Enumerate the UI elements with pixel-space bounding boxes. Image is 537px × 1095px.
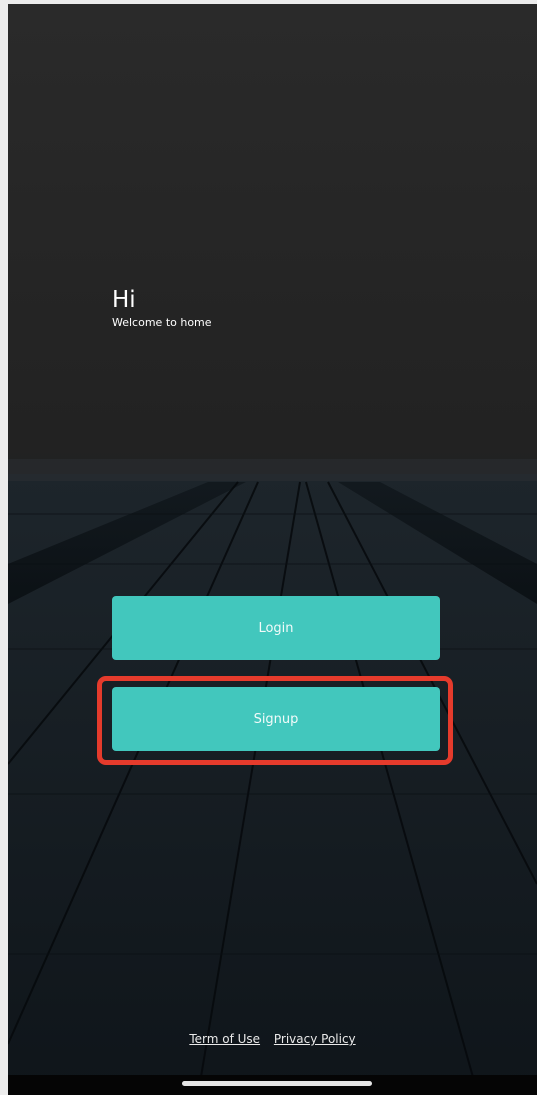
greeting-block: Hi Welcome to home (112, 286, 212, 331)
welcome-screen: Hi Welcome to home Login Signup Term of … (8, 4, 537, 1095)
greeting-subtitle: Welcome to home (112, 316, 212, 329)
privacy-policy-link[interactable]: Privacy Policy (274, 1032, 356, 1046)
device-frame: Hi Welcome to home Login Signup Term of … (0, 0, 537, 1095)
greeting-title: Hi (112, 287, 136, 313)
home-indicator[interactable] (182, 1081, 372, 1086)
signup-highlight-box (97, 676, 453, 765)
login-button[interactable]: Login (112, 596, 440, 660)
terms-of-use-link[interactable]: Term of Use (189, 1032, 260, 1046)
login-button-label: Login (258, 620, 294, 636)
background-perspective-image (8, 459, 537, 1095)
footer-links: Term of Use Privacy Policy (8, 1032, 537, 1046)
